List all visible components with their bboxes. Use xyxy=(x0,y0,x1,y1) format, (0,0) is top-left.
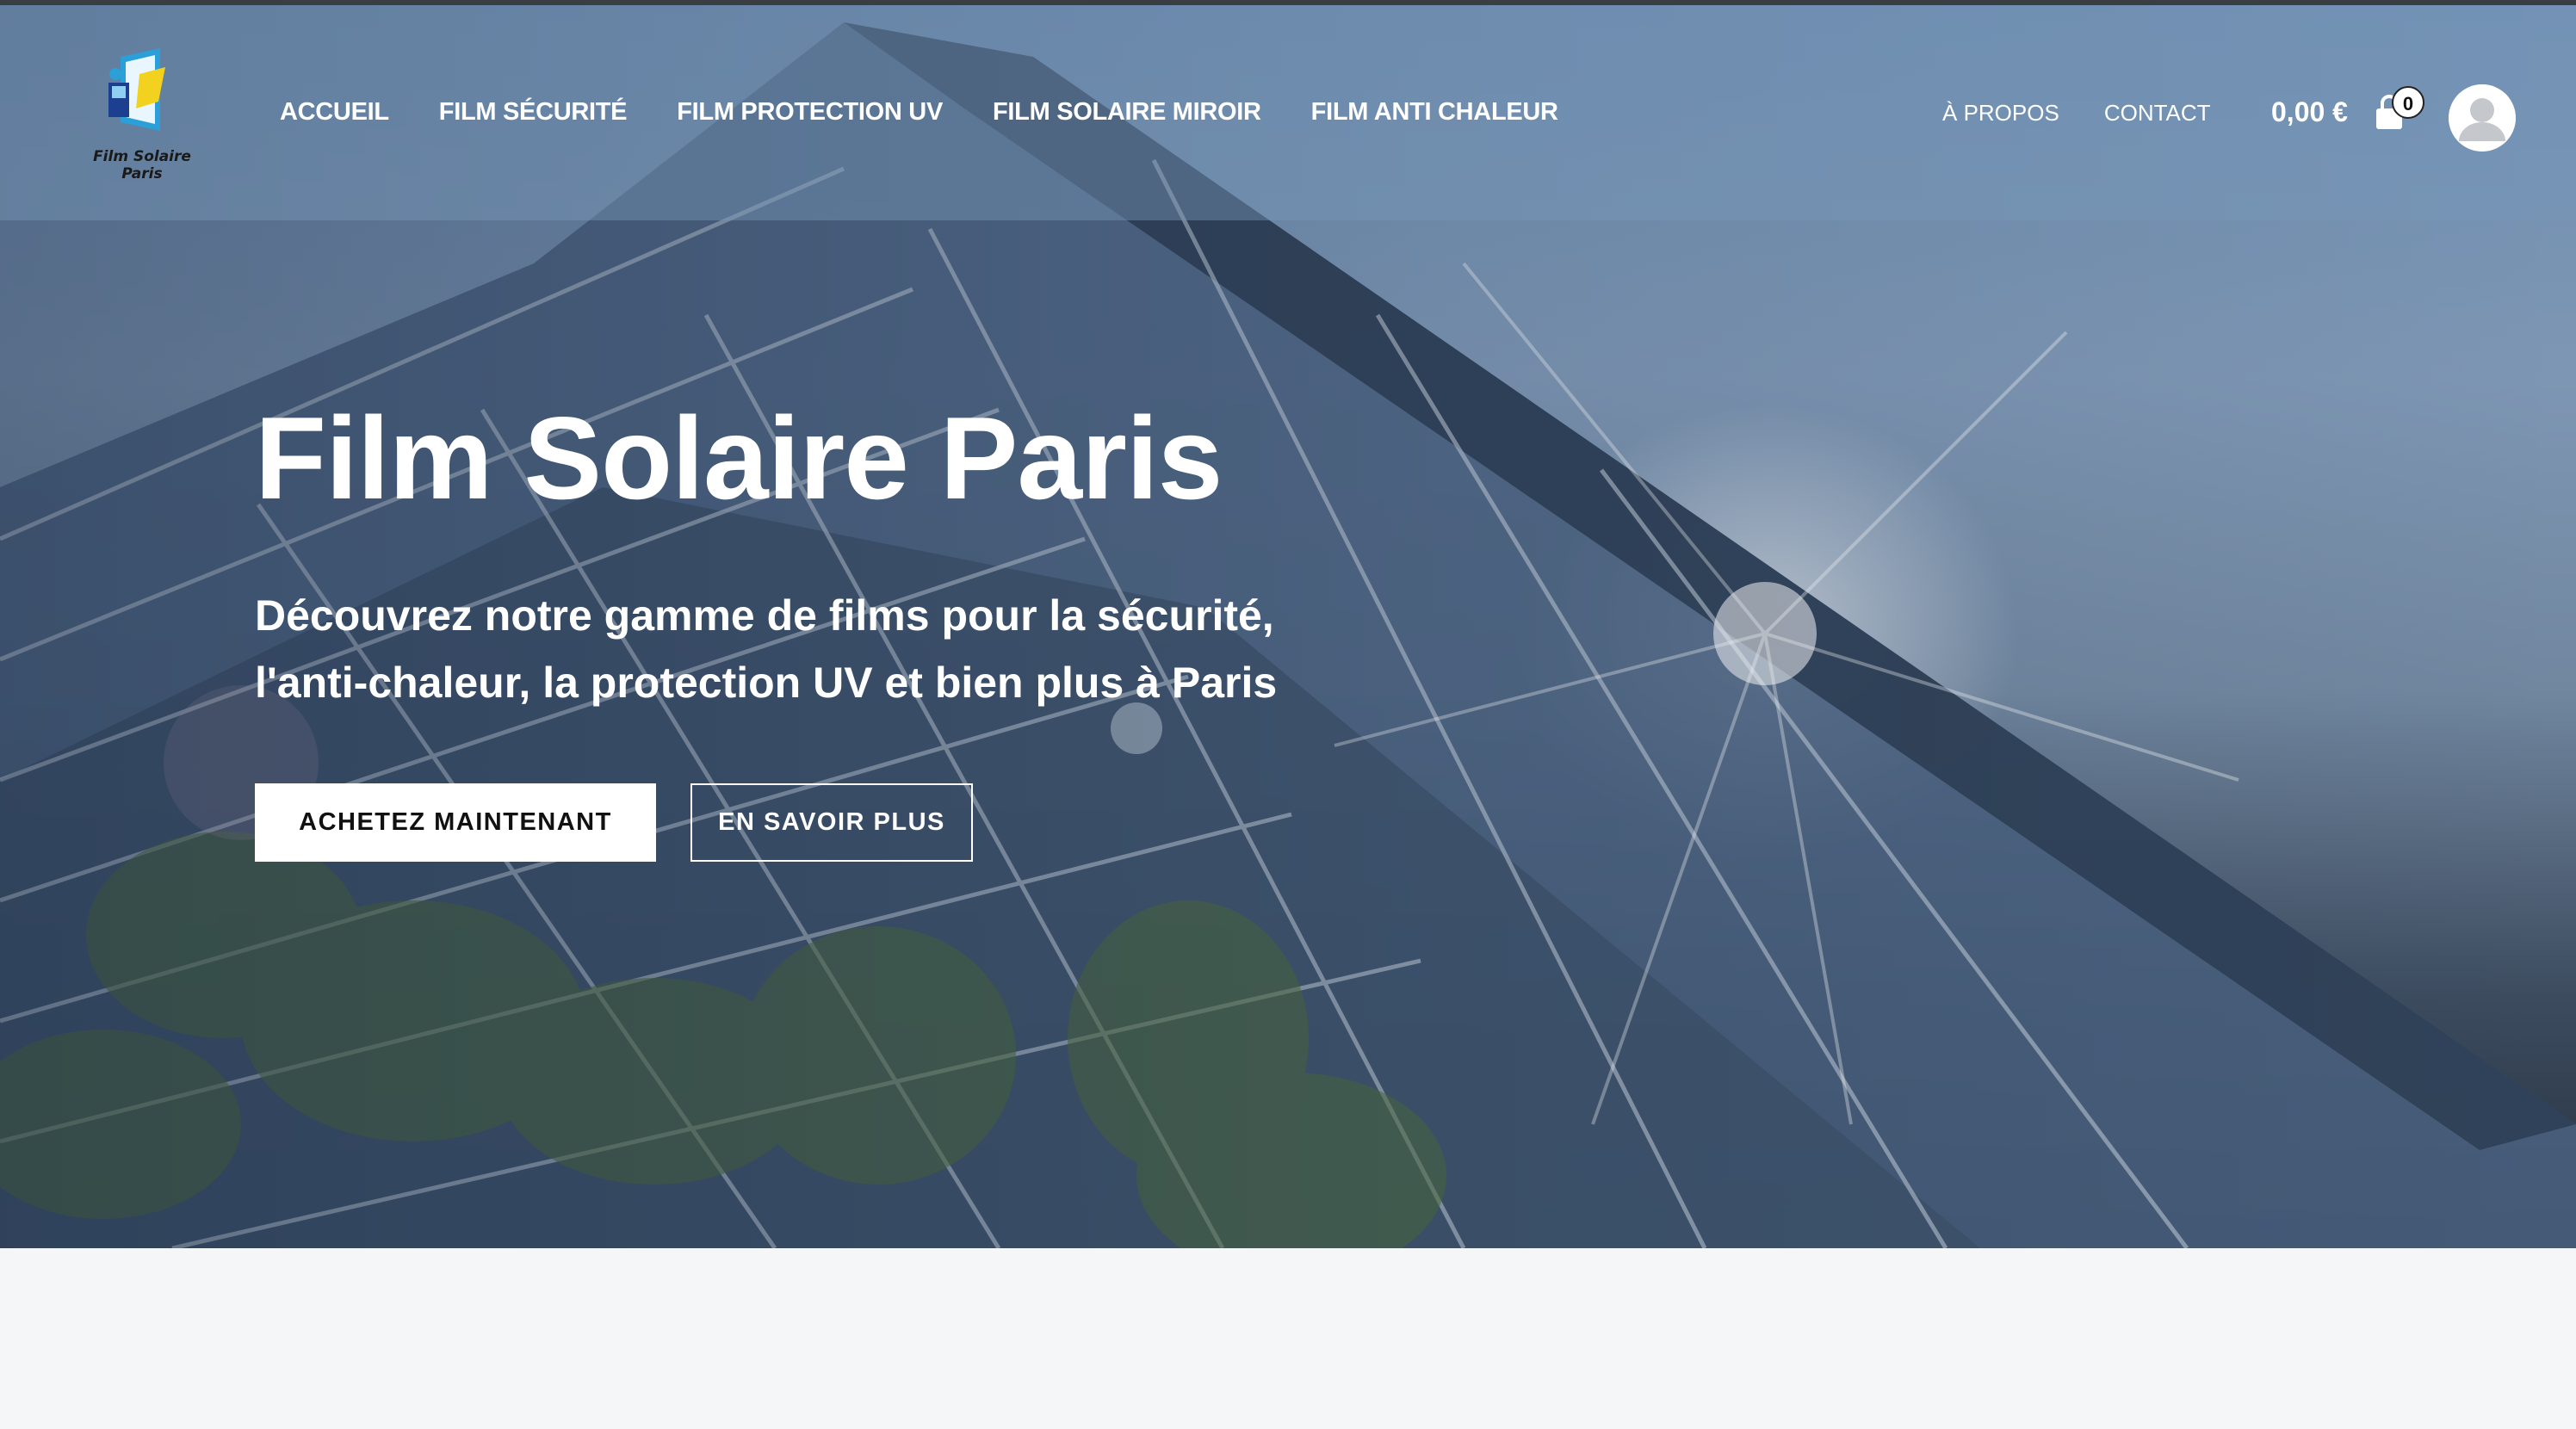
cart-count-badge: 0 xyxy=(2392,86,2424,119)
hero-subtitle-line-2: l'anti-chaleur, la protection UV et bien… xyxy=(255,659,1278,707)
hero-subtitle-line-1: Découvrez notre gamme de films pour la s… xyxy=(255,591,1274,640)
window-film-logo-icon xyxy=(108,48,165,131)
cart-total[interactable]: 0,00 € xyxy=(2271,96,2348,128)
user-account-button[interactable] xyxy=(2449,84,2516,152)
hero-subtitle: Découvrez notre gamme de films pour la s… xyxy=(255,582,1391,716)
nav-item-film-anti-chaleur[interactable]: FILM ANTI CHALEUR xyxy=(1311,98,1558,127)
logo-text: Film Solaire Paris xyxy=(93,148,191,182)
learn-more-button[interactable]: EN SAVOIR PLUS xyxy=(690,783,973,862)
brand-logo[interactable]: Film Solaire Paris xyxy=(86,48,198,182)
nav-item-a-propos[interactable]: À PROPOS xyxy=(1942,100,2059,127)
hero-title: Film Solaire Paris xyxy=(255,393,1223,523)
nav-item-film-protection-uv[interactable]: FILM PROTECTION UV xyxy=(677,98,943,127)
nav-item-film-securite[interactable]: FILM SÉCURITÉ xyxy=(439,98,628,127)
nav-item-film-solaire-miroir[interactable]: FILM SOLAIRE MIROIR xyxy=(993,98,1261,127)
content-area xyxy=(0,1248,2576,1429)
secondary-navigation: À PROPOS CONTACT xyxy=(1942,100,2211,127)
nav-item-contact[interactable]: CONTACT xyxy=(2104,100,2211,127)
nav-item-accueil[interactable]: ACCUEIL xyxy=(280,98,389,127)
site-header: Film Solaire Paris ACCUEIL FILM SÉCURITÉ… xyxy=(0,5,2576,220)
buy-now-button[interactable]: ACHETEZ MAINTENANT xyxy=(255,783,656,862)
user-avatar-icon xyxy=(2449,84,2516,152)
main-navigation: ACCUEIL FILM SÉCURITÉ FILM PROTECTION UV… xyxy=(280,98,1558,127)
